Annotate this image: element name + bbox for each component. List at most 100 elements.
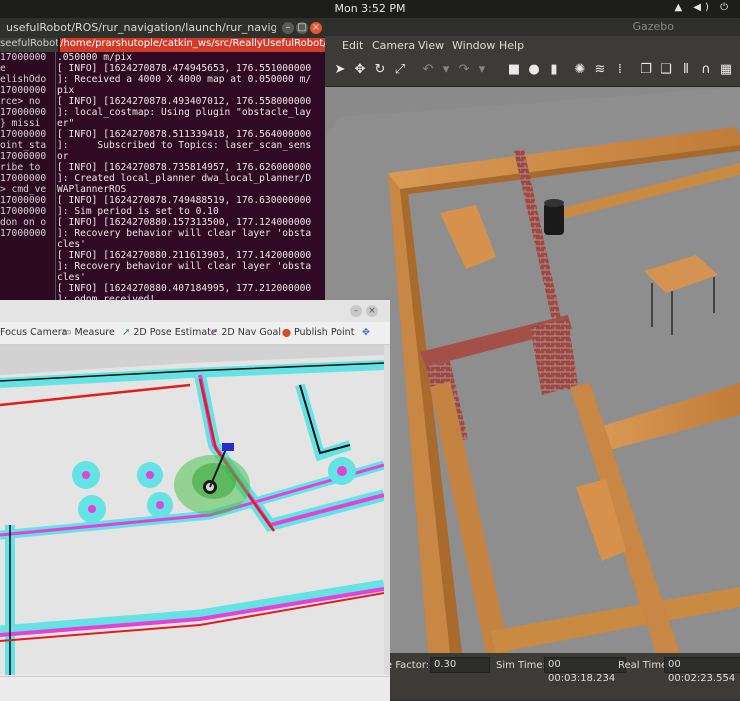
translate-icon[interactable]: ✥: [352, 62, 368, 78]
rviz-window[interactable]: – × ✥Focus Camera ▭Measure ➚2D Pose Esti…: [0, 300, 390, 701]
terminal-line: ]: Subscribed to Topics: laser_scan_sens: [57, 140, 312, 151]
terminal-side-line: 17000000: [0, 173, 47, 184]
gazebo-menu-bar: Edit Camera View Window Help: [300, 36, 740, 56]
terminal-tab-2[interactable]: /home/prarshutople/catkin_ws/src/ReallyU…: [60, 38, 325, 52]
terminal-line: pix: [57, 85, 75, 96]
menu-window[interactable]: Window: [452, 39, 495, 52]
minimize-icon[interactable]: –: [350, 305, 362, 317]
paste-icon[interactable]: ❑: [658, 62, 674, 78]
system-top-bar: Mon 3:52 PM ▲ ◀) ⏻: [0, 0, 740, 18]
rviz-toolbar: ✥Focus Camera ▭Measure ➚2D Pose Estimate…: [0, 322, 390, 345]
real-time-factor-value: 0.30: [430, 657, 490, 673]
terminal-side-line: ribe to: [0, 162, 41, 173]
terminal-line: ]: Sim period is set to 0.10: [57, 206, 219, 217]
terminal-line: cles': [57, 239, 86, 250]
terminal-line: ]: local_costmap: Using plugin "obstacle…: [57, 107, 312, 118]
select-arrow-icon[interactable]: ➤: [332, 62, 348, 78]
move-camera-icon[interactable]: ✥: [362, 327, 370, 338]
close-icon[interactable]: ×: [366, 305, 378, 317]
tool-label: Measure: [74, 327, 115, 338]
terminal-line: ]: Recovery behavior will clear layer 'o…: [57, 261, 312, 272]
redo-icon[interactable]: ↷: [456, 62, 472, 78]
terminal-tab-1[interactable]: seefulRobot/: [0, 38, 58, 52]
rviz-scrollbar[interactable]: [384, 345, 390, 675]
terminal-side-line: } missi: [0, 118, 41, 129]
menu-edit[interactable]: Edit: [342, 39, 363, 52]
tool-2d-nav-goal[interactable]: ➚ 2D Nav Goal: [210, 327, 281, 338]
terminal-line: [ INFO] [1624270878.474945653, 176.55100…: [57, 63, 312, 74]
rviz-title-bar[interactable]: – ×: [0, 300, 390, 323]
terminal-line: [ INFO] [1624270880.407184995, 177.21200…: [57, 283, 312, 294]
terminal-side-line: oint_sta: [0, 140, 47, 151]
real-time-factor-label: e Factor:: [386, 660, 430, 671]
terminal-line: WAPlannerROS: [57, 184, 127, 195]
terminal-side-line: 17000000: [0, 206, 47, 217]
tool-label: Focus Camera: [0, 327, 68, 338]
terminal-side-line: 17000000: [0, 52, 47, 63]
undo-icon[interactable]: ↶: [420, 62, 436, 78]
tool-label: Publish Point: [293, 327, 355, 338]
gazebo-toolbar: ➤ ✥ ↻ ⤢ ↶ ▾ ↷ ▾ ■ ● ▮ ✺ ≋ ⁞ ❐ ❑ ⫴ ∩ ▦: [300, 56, 740, 87]
purple-arrow-icon: ➚: [210, 327, 219, 338]
undo-dropdown-icon[interactable]: ▾: [438, 62, 454, 78]
terminal-side-line: 17000000: [0, 195, 47, 206]
nav-goal-marker: [222, 443, 234, 451]
terminal-side-line: rce> no: [0, 96, 41, 107]
terminal-side-line: > cmd_ve: [0, 184, 47, 195]
terminal-side-line: 17000000: [0, 129, 47, 140]
sphere-shape-icon[interactable]: ●: [526, 62, 542, 78]
menu-camera[interactable]: Camera: [372, 39, 415, 52]
directional-light-icon[interactable]: ⁞: [612, 62, 628, 78]
tool-2d-pose-estimate[interactable]: ➚ 2D Pose Estimate: [122, 327, 217, 338]
point-light-icon[interactable]: ✺: [572, 62, 588, 78]
rviz-bottom-panel: [0, 676, 390, 701]
terminal-pane-main[interactable]: .050000 m/pix[ INFO] [1624270878.4749456…: [57, 52, 323, 328]
gazebo-window-title: Gazebo: [632, 20, 674, 33]
tool-label: 2D Nav Goal: [221, 327, 281, 338]
terminal-side-line: 17000000: [0, 107, 47, 118]
robot-cylinder: [544, 203, 564, 235]
map-pin-icon: ⬤: [282, 328, 291, 337]
cylinder-shape-icon[interactable]: ▮: [546, 62, 562, 78]
change-view-icon[interactable]: ▦: [718, 62, 734, 78]
close-icon[interactable]: ×: [310, 22, 322, 34]
terminal-window[interactable]: usefulRobot/ROS/rur_navigation/launch/ru…: [0, 18, 325, 328]
spot-light-icon[interactable]: ≋: [592, 62, 608, 78]
rviz-map-view[interactable]: [0, 345, 384, 675]
box-shape-icon[interactable]: ■: [506, 62, 522, 78]
clock[interactable]: Mon 3:52 PM: [0, 2, 740, 15]
terminal-title-bar[interactable]: usefulRobot/ROS/rur_navigation/launch/ru…: [0, 18, 325, 38]
snap-icon[interactable]: ∩: [698, 62, 714, 78]
green-arrow-icon: ➚: [122, 327, 131, 338]
terminal-side-line: 17000000: [0, 151, 47, 162]
terminal-line: ]: Received a 4000 X 4000 map at 0.05000…: [57, 74, 312, 85]
costmap-render: [0, 345, 384, 675]
menu-view[interactable]: View: [418, 39, 444, 52]
minimize-icon[interactable]: –: [282, 22, 294, 34]
terminal-title: usefulRobot/ROS/rur_navigation/launch/ru…: [6, 21, 276, 34]
terminal-line: ]: Recovery behavior will clear layer 'o…: [57, 228, 312, 239]
terminal-line: .050000 m/pix: [57, 52, 133, 63]
scale-icon[interactable]: ⤢: [392, 62, 408, 78]
align-icon[interactable]: ⫴: [678, 62, 694, 78]
tool-focus-camera[interactable]: ✥Focus Camera: [0, 327, 67, 338]
terminal-line: or: [57, 151, 69, 162]
system-tray-icons[interactable]: ▲ ◀) ⏻: [674, 2, 732, 13]
tool-label: 2D Pose Estimate: [133, 327, 217, 338]
terminal-pane-left[interactable]: 17000000 e elishOdo 17000000 rce> no 17000000…: [0, 52, 56, 328]
terminal-side-line: don on o: [0, 217, 47, 228]
sim-time-value: 00 00:03:18.234: [544, 657, 626, 684]
tool-publish-point[interactable]: ⬤ Publish Point: [282, 327, 354, 338]
menu-help[interactable]: Help: [499, 39, 524, 52]
tool-measure[interactable]: ▭ Measure: [62, 327, 115, 338]
terminal-side-line: 17000000: [0, 228, 47, 239]
maximize-icon[interactable]: □: [296, 22, 308, 34]
terminal-side-line: elishOdo: [0, 74, 47, 85]
terminal-side-line: e: [0, 63, 6, 74]
copy-icon[interactable]: ❐: [638, 62, 654, 78]
terminal-line: cles': [57, 272, 86, 283]
ruler-icon: ▭: [62, 327, 72, 338]
redo-dropdown-icon[interactable]: ▾: [474, 62, 490, 78]
terminal-line: ]: Created local_planner dwa_local_plann…: [57, 173, 312, 184]
rotate-icon[interactable]: ↻: [372, 62, 388, 78]
